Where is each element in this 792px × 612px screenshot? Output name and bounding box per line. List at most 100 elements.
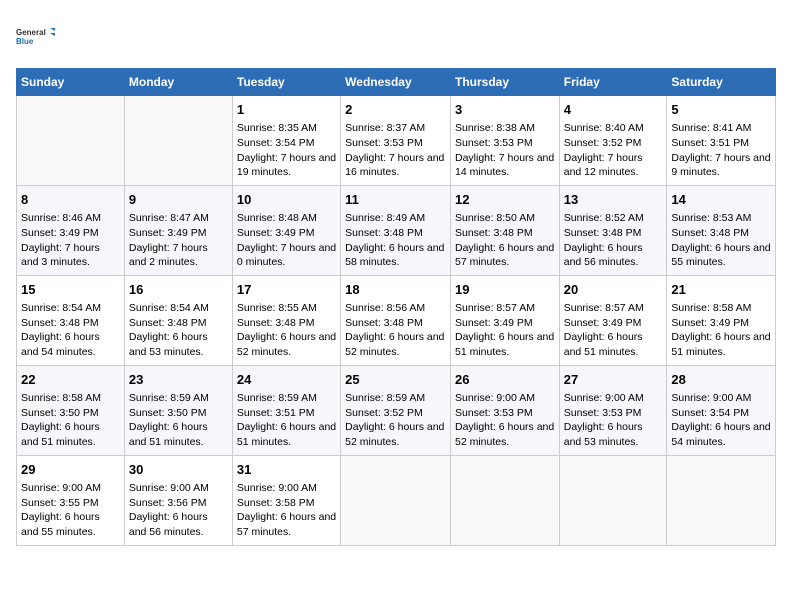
sunset-time: Sunset: 3:48 PM [345,317,423,329]
sunrise-time: Sunrise: 9:00 AM [237,482,317,494]
daylight-hours: Daylight: 7 hours and 2 minutes. [129,242,208,269]
header-friday: Friday [559,69,667,96]
calendar-cell: 14Sunrise: 8:53 AMSunset: 3:48 PMDayligh… [667,185,776,275]
daylight-hours: Daylight: 7 hours and 14 minutes. [455,152,554,179]
daylight-hours: Daylight: 6 hours and 53 minutes. [564,421,643,448]
sunset-time: Sunset: 3:51 PM [237,407,315,419]
daylight-hours: Daylight: 6 hours and 56 minutes. [564,242,643,269]
sunrise-time: Sunrise: 9:00 AM [21,482,101,494]
sunset-time: Sunset: 3:49 PM [564,317,642,329]
day-number: 22 [21,371,120,389]
sunset-time: Sunset: 3:54 PM [237,137,315,149]
calendar-cell [450,455,559,545]
sunset-time: Sunset: 3:48 PM [455,227,533,239]
daylight-hours: Daylight: 6 hours and 51 minutes. [237,421,336,448]
sunrise-time: Sunrise: 8:38 AM [455,122,535,134]
day-number: 31 [237,461,336,479]
day-number: 27 [564,371,663,389]
sunset-time: Sunset: 3:48 PM [671,227,749,239]
calendar-cell: 20Sunrise: 8:57 AMSunset: 3:49 PMDayligh… [559,275,667,365]
daylight-hours: Daylight: 6 hours and 51 minutes. [564,331,643,358]
day-number: 11 [345,191,446,209]
calendar-cell: 17Sunrise: 8:55 AMSunset: 3:48 PMDayligh… [232,275,340,365]
calendar-cell: 12 Sunrise: 8:50 AM Sunset: 3:48 PM Dayligh… [450,185,559,275]
calendar-week-3: 22 Sunrise: 8:58 AM Sunset: 3:50 PM Dayligh… [17,365,776,455]
calendar-cell: 28Sunrise: 9:00 AMSunset: 3:54 PMDayligh… [667,365,776,455]
sunset-time: Sunset: 3:49 PM [671,317,749,329]
sunset-time: Sunset: 3:50 PM [129,407,207,419]
sunrise-time: Sunrise: 8:52 AM [564,212,644,224]
daylight-hours: Daylight: 7 hours and 19 minutes. [237,152,336,179]
calendar-cell: 27Sunrise: 9:00 AMSunset: 3:53 PMDayligh… [559,365,667,455]
calendar-cell: 5Sunrise: 8:41 AMSunset: 3:51 PMDaylight… [667,96,776,186]
daylight-hours: Daylight: 6 hours and 51 minutes. [671,331,770,358]
sunset-time: Sunset: 3:48 PM [237,317,315,329]
calendar-cell: 21Sunrise: 8:58 AMSunset: 3:49 PMDayligh… [667,275,776,365]
logo-graphic: General Blue [16,16,56,56]
sunrise-time: Sunrise: 8:41 AM [671,122,751,134]
sunset-time: Sunset: 3:53 PM [564,407,642,419]
day-number: 9 [129,191,228,209]
day-number: 5 [671,101,771,119]
sunrise-time: Sunrise: 8:53 AM [671,212,751,224]
sunset-time: Sunset: 3:49 PM [455,317,533,329]
sunset-time: Sunset: 3:53 PM [345,137,423,149]
calendar-cell: 29Sunrise: 9:00 AMSunset: 3:55 PMDayligh… [17,455,125,545]
day-number: 26 [455,371,555,389]
daylight-hours: Daylight: 6 hours and 54 minutes. [21,331,100,358]
sunset-time: Sunset: 3:50 PM [21,407,99,419]
sunrise-time: Sunrise: 8:55 AM [237,302,317,314]
header-tuesday: Tuesday [232,69,340,96]
calendar-cell: 19Sunrise: 8:57 AMSunset: 3:49 PMDayligh… [450,275,559,365]
daylight-hours: Daylight: 6 hours and 52 minutes. [345,421,444,448]
sunset-time: Sunset: 3:48 PM [564,227,642,239]
daylight-hours: Daylight: 7 hours and 16 minutes. [345,152,444,179]
daylight-hours: Daylight: 6 hours and 57 minutes. [455,242,554,269]
daylight-hours: Daylight: 6 hours and 53 minutes. [129,331,208,358]
calendar-header-row: SundayMondayTuesdayWednesdayThursdayFrid… [17,69,776,96]
day-number: 12 [455,191,555,209]
sunrise-time: Sunrise: 8:59 AM [237,392,317,404]
day-number: 23 [129,371,228,389]
header-wednesday: Wednesday [341,69,451,96]
calendar-cell [17,96,125,186]
calendar-cell: 2Sunrise: 8:37 AMSunset: 3:53 PMDaylight… [341,96,451,186]
day-number: 4 [564,101,663,119]
day-number: 20 [564,281,663,299]
header-monday: Monday [124,69,232,96]
daylight-hours: Daylight: 6 hours and 58 minutes. [345,242,444,269]
sunrise-time: Sunrise: 8:40 AM [564,122,644,134]
daylight-hours: Daylight: 6 hours and 55 minutes. [21,511,100,538]
calendar-week-4: 29Sunrise: 9:00 AMSunset: 3:55 PMDayligh… [17,455,776,545]
calendar-cell: 24 Sunrise: 8:59 AM Sunset: 3:51 PM Dayligh… [232,365,340,455]
sunrise-time: Sunrise: 8:59 AM [129,392,209,404]
day-number: 18 [345,281,446,299]
daylight-hours: Daylight: 6 hours and 51 minutes. [21,421,100,448]
sunrise-time: Sunrise: 8:58 AM [671,302,751,314]
sunset-time: Sunset: 3:52 PM [564,137,642,149]
day-number: 24 [237,371,336,389]
day-number: 16 [129,281,228,299]
daylight-hours: Daylight: 6 hours and 56 minutes. [129,511,208,538]
calendar-cell: 22 Sunrise: 8:58 AM Sunset: 3:50 PM Dayligh… [17,365,125,455]
sunrise-time: Sunrise: 9:00 AM [129,482,209,494]
calendar-cell: 3Sunrise: 8:38 AMSunset: 3:53 PMDaylight… [450,96,559,186]
calendar-cell: 16Sunrise: 8:54 AMSunset: 3:48 PMDayligh… [124,275,232,365]
calendar-cell [124,96,232,186]
day-number: 28 [671,371,771,389]
daylight-hours: Daylight: 6 hours and 52 minutes. [455,421,554,448]
sunset-time: Sunset: 3:53 PM [455,407,533,419]
calendar-week-2: 15Sunrise: 8:54 AMSunset: 3:48 PMDayligh… [17,275,776,365]
sunset-time: Sunset: 3:55 PM [21,497,99,509]
calendar-cell: 13 Sunrise: 8:52 AM Sunset: 3:48 PM Dayligh… [559,185,667,275]
daylight-hours: Daylight: 6 hours and 52 minutes. [237,331,336,358]
sunrise-time: Sunrise: 8:50 AM [455,212,535,224]
daylight-hours: Daylight: 7 hours and 0 minutes. [237,242,336,269]
daylight-hours: Daylight: 7 hours and 12 minutes. [564,152,643,179]
calendar-week-1: 8Sunrise: 8:46 AMSunset: 3:49 PMDaylight… [17,185,776,275]
sunrise-time: Sunrise: 8:56 AM [345,302,425,314]
sunrise-time: Sunrise: 8:58 AM [21,392,101,404]
sunrise-time: Sunrise: 8:57 AM [455,302,535,314]
day-number: 13 [564,191,663,209]
day-number: 3 [455,101,555,119]
